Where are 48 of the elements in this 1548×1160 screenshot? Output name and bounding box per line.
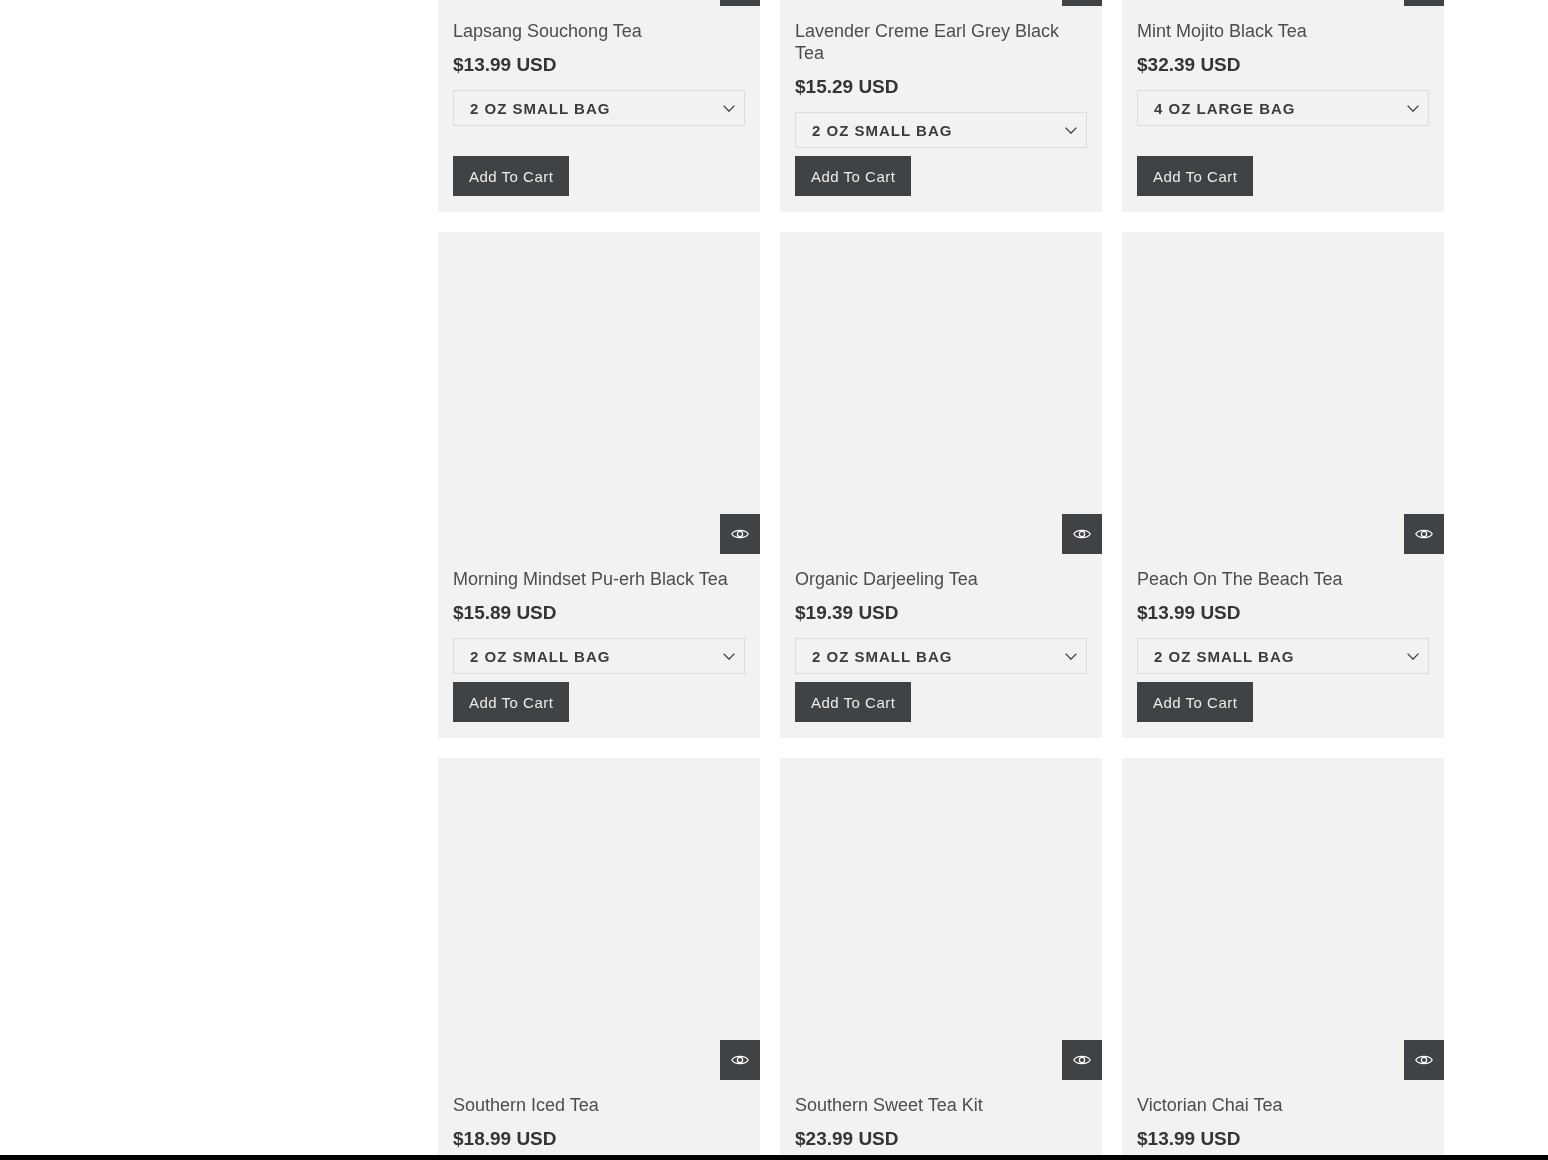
eye-icon: [1073, 528, 1091, 540]
quick-view-button[interactable]: [1404, 1040, 1444, 1080]
chevron-down-icon: [723, 104, 735, 112]
product-price: $32.39 USD: [1137, 54, 1242, 76]
product-price: $15.29 USD: [795, 76, 900, 98]
size-select[interactable]: 2 OZ SMALL BAG: [453, 638, 745, 674]
product-price: $13.99 USD: [1137, 1128, 1242, 1150]
product-price: $15.89 USD: [453, 602, 558, 624]
quick-view-button[interactable]: [720, 1040, 760, 1080]
product-title[interactable]: Victorian Chai Tea: [1137, 1094, 1429, 1116]
product-title[interactable]: Mint Mojito Black Tea: [1137, 20, 1429, 42]
add-to-cart-button[interactable]: Add To Cart: [795, 156, 912, 196]
product-price: $23.99 USD: [795, 1128, 900, 1150]
product-price: $13.99 USD: [453, 54, 558, 76]
product-title[interactable]: Lapsang Souchong Tea: [453, 20, 745, 42]
eye-icon: [1415, 528, 1433, 540]
quick-view-button[interactable]: [1062, 1040, 1102, 1080]
quick-view-button[interactable]: [720, 514, 760, 554]
product-price: $18.99 USD: [453, 1128, 558, 1150]
chevron-down-icon: [1065, 126, 1077, 134]
product-title[interactable]: Lavender Creme Earl Grey Black Tea: [795, 20, 1087, 64]
product-title[interactable]: Organic Darjeeling Tea: [795, 568, 1087, 590]
product-title[interactable]: Morning Mindset Pu-erh Black Tea: [453, 568, 745, 590]
eye-icon: [731, 528, 749, 540]
eye-icon: [1073, 1054, 1091, 1066]
product-price: $19.39 USD: [795, 602, 900, 624]
size-select[interactable]: 2 OZ SMALL BAG: [453, 90, 745, 126]
product-title[interactable]: Southern Iced Tea: [453, 1094, 745, 1116]
size-select[interactable]: 2 OZ SMALL BAG: [795, 638, 1087, 674]
product-title[interactable]: Peach On The Beach Tea: [1137, 568, 1429, 590]
add-to-cart-button[interactable]: Add To Cart: [1137, 682, 1254, 722]
add-to-cart-button[interactable]: Add To Cart: [1137, 156, 1254, 196]
quick-view-button[interactable]: [1062, 514, 1102, 554]
size-select[interactable]: 4 OZ LARGE BAG: [1137, 90, 1429, 126]
chevron-down-icon: [723, 652, 735, 660]
add-to-cart-button[interactable]: Add To Cart: [453, 682, 570, 722]
product-title[interactable]: Southern Sweet Tea Kit: [795, 1094, 1087, 1116]
add-to-cart-button[interactable]: Add To Cart: [795, 682, 912, 722]
eye-icon: [731, 1054, 749, 1066]
quick-view-button[interactable]: [1404, 514, 1444, 554]
product-price: $13.99 USD: [1137, 602, 1242, 624]
chevron-down-icon: [1407, 104, 1419, 112]
chevron-down-icon: [1407, 652, 1419, 660]
size-select[interactable]: 2 OZ SMALL BAG: [1137, 638, 1429, 674]
chevron-down-icon: [1065, 652, 1077, 660]
size-select[interactable]: 2 OZ SMALL BAG: [795, 112, 1087, 148]
add-to-cart-button[interactable]: Add To Cart: [453, 156, 570, 196]
eye-icon: [1415, 1054, 1433, 1066]
